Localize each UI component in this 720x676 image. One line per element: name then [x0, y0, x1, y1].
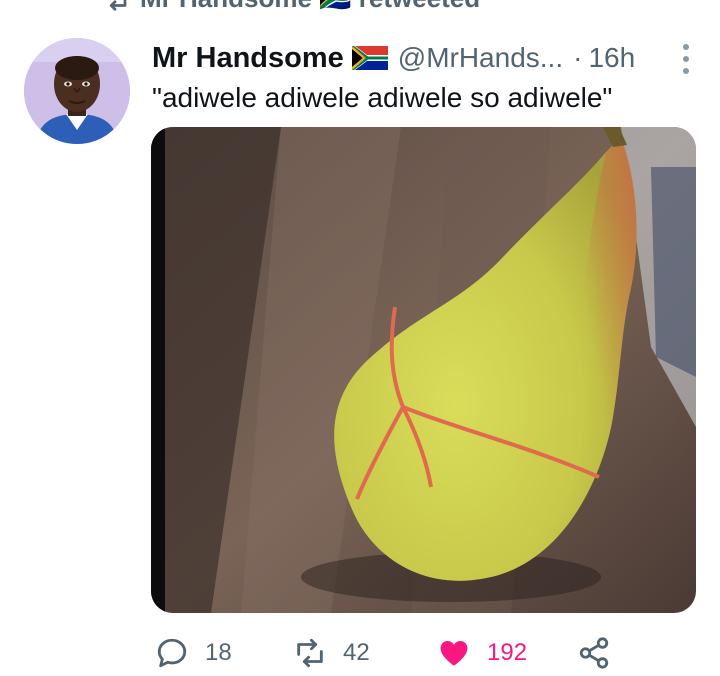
tweet-text: "adiwele adiwele adiwele so adiwele" [152, 82, 613, 113]
reply-button[interactable]: 18 [155, 632, 232, 674]
retweet-count: 42 [343, 639, 370, 666]
pear-photo [151, 127, 696, 613]
timestamp[interactable]: 16h [588, 42, 635, 74]
author-handle[interactable]: @MrHands... [398, 42, 563, 74]
avatar-image [24, 38, 130, 144]
share-icon [579, 637, 609, 669]
tweet-media[interactable] [151, 127, 696, 613]
reply-icon [157, 638, 187, 668]
like-button[interactable]: 192 [437, 632, 527, 674]
retweet-icon [297, 638, 323, 668]
like-icon [440, 640, 468, 666]
share-button[interactable] [577, 632, 611, 674]
reply-count: 18 [205, 639, 232, 666]
retweet-context-label: Mr Handsome 🇿🇦 retweeted [140, 0, 480, 14]
more-icon[interactable] [682, 44, 690, 74]
retweet-context: Mr Handsome 🇿🇦 retweeted [100, 0, 480, 14]
tweet-actions: 18 42 192 [155, 632, 696, 674]
separator-dot: · [573, 42, 583, 73]
tweet-header: Mr Handsome @MrHands... · 16h [152, 38, 696, 78]
flag-icon [351, 46, 388, 70]
like-count: 192 [487, 639, 528, 666]
retweet-icon [109, 0, 127, 11]
avatar[interactable] [24, 38, 130, 144]
retweet-button[interactable]: 42 [293, 632, 370, 674]
author-name[interactable]: Mr Handsome [152, 42, 344, 75]
